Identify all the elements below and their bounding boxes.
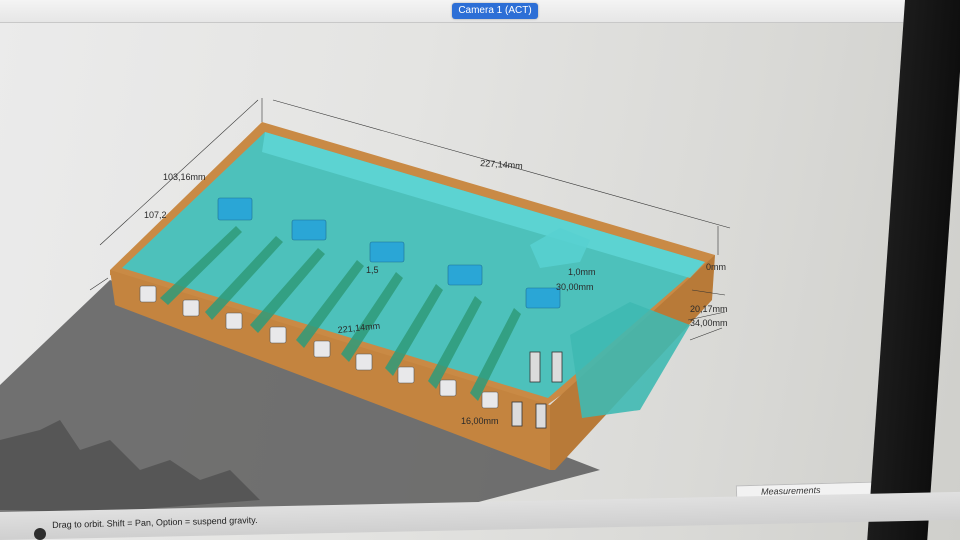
dim-inner-small-label: 1,0mm	[568, 267, 596, 277]
sketchup-screen: Camera 1 (ACT) 227,14mm 103,16mm 107,2 2…	[0, 0, 960, 540]
dim-length-label: 227,14mm	[480, 158, 523, 171]
dim-right-low-label: 34,00mm	[690, 318, 728, 328]
dim-bottom-small-label: 16,00mm	[461, 416, 499, 426]
3d-viewport[interactable]: 227,14mm 103,16mm 107,2 221,14mm 0mm 20,…	[0, 0, 960, 540]
dim-right-top-label: 0mm	[706, 262, 726, 272]
dim-inner-height-label: 30,00mm	[556, 282, 594, 292]
dim-depth-label: 103,16mm	[163, 172, 206, 182]
status-hint-icon	[34, 528, 46, 540]
dim-mid-small-label: 1,5	[366, 265, 379, 275]
dim-right-mid-label: 20,17mm	[690, 304, 728, 314]
dim-depth-partial-label: 107,2	[144, 210, 167, 220]
